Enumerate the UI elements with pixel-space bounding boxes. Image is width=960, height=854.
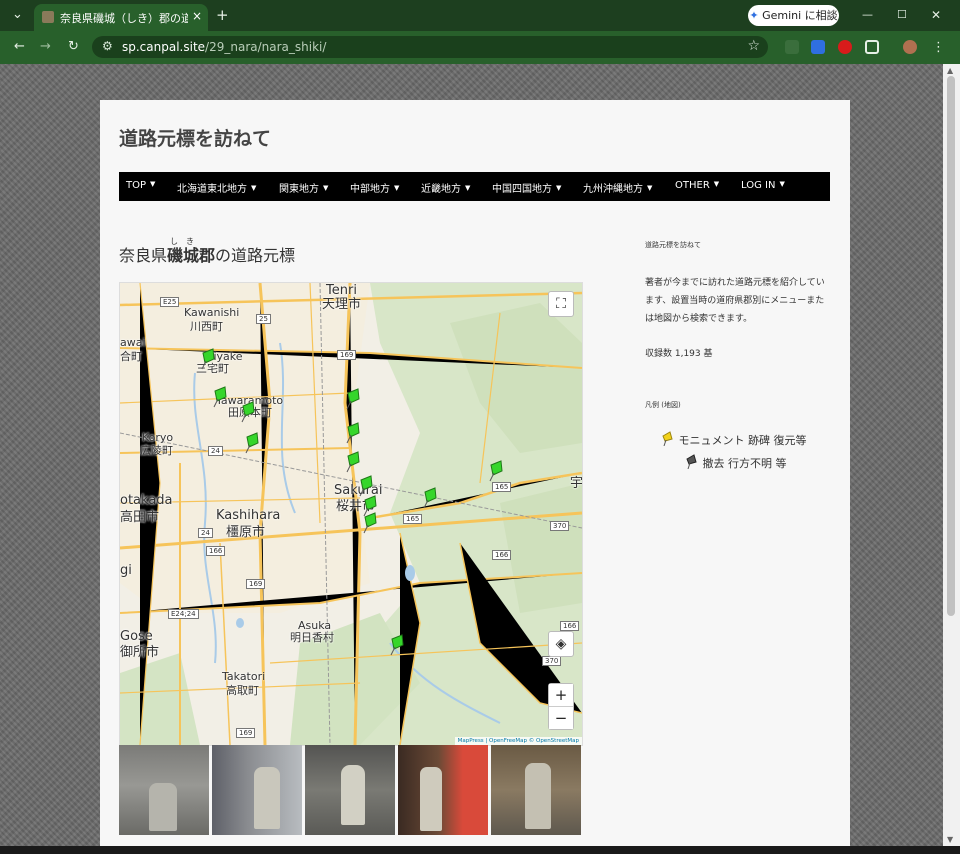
browser-menu-icon[interactable]: ⋮ bbox=[932, 40, 945, 56]
browser-tab[interactable]: 奈良県磯城（しき）郡の道路元標 × bbox=[34, 4, 208, 31]
title-ruby: しき bbox=[170, 237, 203, 246]
minimize-button[interactable]: — bbox=[862, 7, 873, 23]
map-marker bbox=[213, 386, 227, 408]
record-count: 収録数 1,193 基 bbox=[645, 349, 713, 359]
gray-pin-icon bbox=[686, 454, 697, 470]
map-marker bbox=[346, 422, 360, 444]
map[interactable]: Tenri 天理市 Kawanishi 川西町 awai 合町 Miyake 三… bbox=[119, 282, 583, 746]
map-marker bbox=[390, 634, 404, 656]
thumbnail-photo-2[interactable] bbox=[212, 745, 302, 835]
map-marker bbox=[359, 475, 373, 497]
map-marker bbox=[346, 451, 360, 473]
address-bar[interactable]: ⚙ sp.canpal.site/29_nara/nara_shiki/ ☆ bbox=[92, 36, 768, 58]
thumbnail-photo-5[interactable] bbox=[491, 745, 581, 835]
bookmark-star-icon[interactable]: ☆ bbox=[747, 38, 760, 54]
extension-icon-1[interactable] bbox=[785, 40, 799, 54]
nav-item-kanto[interactable]: 関東地方 ▼ bbox=[279, 180, 328, 195]
map-marker bbox=[489, 460, 503, 482]
tab-search-icon[interactable]: ⌄ bbox=[12, 7, 23, 23]
stone-marker-image bbox=[341, 765, 365, 825]
browser-tab-strip: ⌄ 奈良県磯城（しき）郡の道路元標 × + ✦ Gemini に相談 — ☐ ✕ bbox=[0, 0, 960, 31]
nav-item-top[interactable]: TOP ▼ bbox=[126, 180, 155, 191]
stone-marker-image bbox=[149, 783, 177, 831]
os-taskbar bbox=[0, 846, 960, 854]
tab-close-icon[interactable]: × bbox=[192, 9, 202, 23]
thumbnail-photo-1[interactable] bbox=[119, 745, 209, 835]
nav-item-chugoku-shikoku[interactable]: 中国四国地方 ▼ bbox=[492, 180, 561, 195]
scroll-down-arrow-icon[interactable]: ▼ bbox=[947, 835, 953, 844]
page-viewport: 道路元標を訪ねて TOP ▼ 北海道東北地方 ▼ 関東地方 ▼ 中部地方 ▼ 近畿地方 ▼… bbox=[0, 64, 943, 846]
site-title[interactable]: 道路元標を訪ねて bbox=[119, 124, 271, 151]
back-arrow-icon[interactable]: ← bbox=[14, 39, 25, 55]
page-scrollbar[interactable]: ▲ ▼ bbox=[943, 64, 960, 846]
sidebar-heading: 道路元標を訪ねて bbox=[645, 241, 701, 249]
tab-title: 奈良県磯城（しき）郡の道路元標 bbox=[60, 12, 188, 25]
map-marker bbox=[241, 401, 255, 423]
fullscreen-button[interactable]: ⛶ bbox=[548, 291, 574, 317]
page-title: 奈良県 しき 磯城郡の道路元標 bbox=[119, 237, 296, 265]
map-marker bbox=[201, 348, 215, 370]
extension-icon-red[interactable] bbox=[838, 40, 852, 54]
new-tab-button[interactable]: + bbox=[216, 7, 229, 23]
zoom-in-button[interactable]: + bbox=[549, 684, 573, 707]
nav-item-kinki[interactable]: 近畿地方 ▼ bbox=[421, 180, 470, 195]
close-window-button[interactable]: ✕ bbox=[931, 7, 941, 23]
sidebar-description: 著者が今までに訪れた道路元標を紹介しています、設置当時の道府県郡別にメニューまた… bbox=[645, 278, 825, 324]
reload-icon[interactable]: ↻ bbox=[68, 39, 79, 55]
page-container: 道路元標を訪ねて TOP ▼ 北海道東北地方 ▼ 関東地方 ▼ 中部地方 ▼ 近畿地方 ▼… bbox=[100, 100, 850, 846]
yellow-pin-icon bbox=[662, 431, 673, 447]
extensions-puzzle-icon[interactable] bbox=[865, 40, 879, 54]
thumbnail-photo-4[interactable] bbox=[398, 745, 488, 835]
profile-avatar[interactable] bbox=[903, 40, 917, 54]
nav-item-kyushu-okinawa[interactable]: 九州沖縄地方 ▼ bbox=[583, 180, 652, 195]
stone-marker-image bbox=[420, 767, 442, 831]
gemini-label: Gemini に相談 bbox=[762, 9, 838, 22]
map-marker bbox=[423, 487, 437, 509]
nav-item-other[interactable]: OTHER ▼ bbox=[675, 180, 719, 191]
locate-button[interactable]: ◈ bbox=[548, 631, 574, 657]
nav-item-hokkaido-tohoku[interactable]: 北海道東北地方 ▼ bbox=[177, 180, 256, 195]
stone-marker-image bbox=[254, 767, 280, 829]
legend-removed: 撤去 行方不明 等 bbox=[685, 453, 787, 471]
site-settings-icon[interactable]: ⚙ bbox=[102, 39, 113, 53]
url-text: sp.canpal.site/29_nara/nara_shiki/ bbox=[122, 40, 327, 54]
gemini-button[interactable]: ✦ Gemini に相談 bbox=[748, 5, 839, 26]
favicon-icon bbox=[42, 11, 54, 23]
legend-title: 凡例 (地図) bbox=[645, 401, 681, 409]
thumbnail-photo-3[interactable] bbox=[305, 745, 395, 835]
scroll-up-arrow-icon[interactable]: ▲ bbox=[947, 66, 953, 75]
stone-marker-image bbox=[525, 763, 551, 829]
map-marker bbox=[346, 388, 360, 410]
nav-item-chubu[interactable]: 中部地方 ▼ bbox=[350, 180, 399, 195]
map-attribution[interactable]: MapPress | OpenFreeMap © OpenStreetMap bbox=[454, 737, 582, 745]
main-nav: TOP ▼ 北海道東北地方 ▼ 関東地方 ▼ 中部地方 ▼ 近畿地方 ▼ 中国四国地方 ▼ … bbox=[119, 172, 830, 201]
gemini-icon: ✦ bbox=[749, 9, 759, 22]
map-marker-layer bbox=[201, 348, 503, 656]
maximize-button[interactable]: ☐ bbox=[897, 7, 907, 23]
map-marker bbox=[245, 432, 259, 454]
translate-extension-icon[interactable] bbox=[811, 40, 825, 54]
map-marker bbox=[363, 512, 377, 534]
nav-item-login[interactable]: LOG IN ▼ bbox=[741, 180, 785, 191]
forward-arrow-icon[interactable]: → bbox=[40, 39, 51, 55]
zoom-out-button[interactable]: − bbox=[549, 707, 573, 729]
scrollbar-thumb[interactable] bbox=[947, 76, 955, 616]
legend-monument: モニュメント 跡碑 復元等 bbox=[661, 430, 807, 448]
zoom-control: + − bbox=[548, 683, 574, 730]
